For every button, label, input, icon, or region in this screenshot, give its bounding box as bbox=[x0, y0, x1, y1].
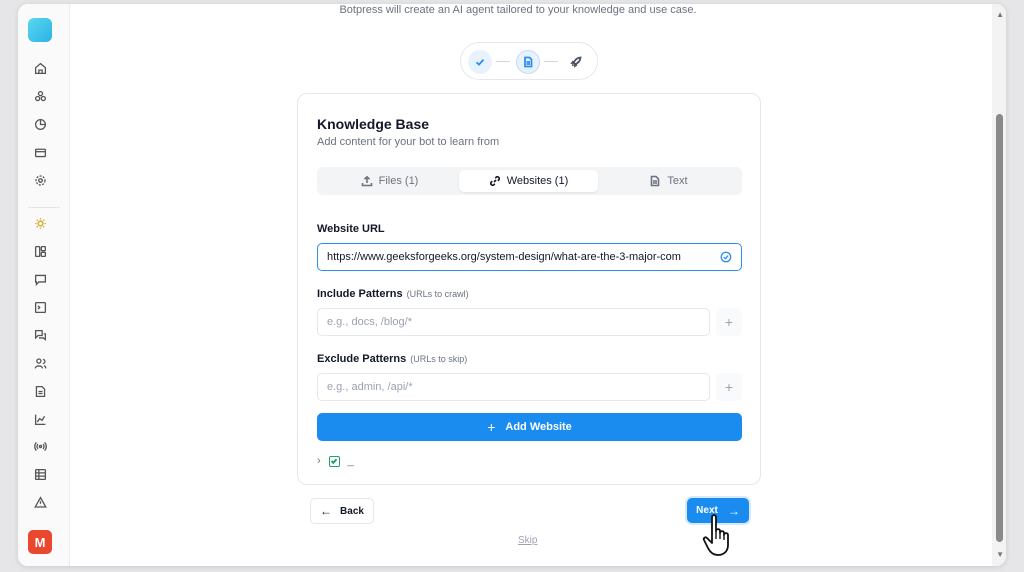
table-icon[interactable] bbox=[32, 466, 48, 482]
tab-websites[interactable]: Websites (1) bbox=[459, 170, 598, 192]
include-label-text: Include Patterns bbox=[317, 288, 403, 300]
terminal-icon[interactable] bbox=[32, 299, 48, 315]
card-title: Knowledge Base bbox=[317, 116, 430, 132]
source-tabs: Files (1) Websites (1) Text bbox=[317, 167, 742, 195]
progress-stepper bbox=[460, 42, 598, 80]
step-1-complete bbox=[468, 50, 492, 74]
app-window: M Botpress will create an AI agent tailo… bbox=[18, 4, 1006, 566]
arrow-left-icon: ← bbox=[320, 504, 333, 518]
settings-icon[interactable] bbox=[32, 172, 48, 188]
home-icon[interactable] bbox=[32, 60, 48, 76]
document-icon bbox=[651, 175, 660, 187]
billing-icon[interactable] bbox=[32, 144, 48, 160]
include-placeholder: e.g., docs, /blog/* bbox=[327, 316, 412, 328]
avatar-initial: M bbox=[34, 534, 46, 550]
exclude-patterns-label: Exclude Patterns (URLs to skip) bbox=[317, 353, 467, 365]
tab-files-label: Files (1) bbox=[378, 175, 419, 187]
add-exclude-pattern-button[interactable]: + bbox=[716, 373, 742, 401]
add-website-button[interactable]: + Add Website bbox=[317, 413, 742, 441]
tab-websites-label: Websites (1) bbox=[506, 175, 569, 187]
tab-files[interactable]: Files (1) bbox=[320, 170, 459, 192]
card-subtitle: Add content for your bot to learn from bbox=[317, 136, 500, 148]
step-2-current bbox=[516, 50, 540, 74]
tab-text[interactable]: Text bbox=[598, 170, 739, 192]
back-button[interactable]: ← Back bbox=[310, 498, 374, 524]
app-logo[interactable] bbox=[28, 18, 52, 42]
exclude-hint: (URLs to skip) bbox=[410, 354, 468, 364]
add-include-pattern-button[interactable]: + bbox=[716, 308, 742, 336]
intro-text: Botpress will create an AI agent tailore… bbox=[339, 4, 697, 16]
tree-item-text: _ bbox=[347, 455, 354, 467]
include-patterns-input[interactable]: e.g., docs, /blog/* bbox=[317, 308, 710, 336]
step-connector bbox=[544, 61, 558, 62]
include-patterns-label: Include Patterns (URLs to crawl) bbox=[317, 288, 469, 300]
document-icon bbox=[524, 56, 533, 68]
step-connector bbox=[496, 61, 510, 62]
conversations-icon[interactable] bbox=[32, 327, 48, 343]
knowledge-base-card: Knowledge Base Add content for your bot … bbox=[297, 93, 761, 485]
exclude-patterns-input[interactable]: e.g., admin, /api/* bbox=[317, 373, 710, 401]
website-url-value: https://www.geeksforgeeks.org/system-des… bbox=[327, 251, 681, 263]
website-tree-item[interactable]: › _ bbox=[317, 455, 354, 467]
back-label: Back bbox=[340, 505, 364, 517]
warning-icon[interactable] bbox=[32, 494, 48, 510]
tab-text-label: Text bbox=[667, 175, 688, 187]
broadcast-icon[interactable] bbox=[32, 438, 48, 454]
verified-icon bbox=[720, 251, 732, 263]
exclude-label-text: Exclude Patterns bbox=[317, 353, 407, 365]
sidebar-divider bbox=[28, 207, 60, 208]
scrollbar[interactable]: ▲ ▼ bbox=[992, 4, 1006, 566]
checkbox-checked-icon[interactable] bbox=[328, 455, 340, 467]
add-website-label: Add Website bbox=[505, 421, 572, 433]
scroll-down-icon[interactable]: ▼ bbox=[996, 550, 1004, 559]
chat-icon[interactable] bbox=[32, 271, 48, 287]
exclude-placeholder: e.g., admin, /api/* bbox=[327, 381, 413, 393]
plus-icon: + bbox=[724, 314, 734, 330]
plus-icon: + bbox=[487, 419, 496, 435]
upload-icon bbox=[361, 175, 372, 187]
skip-link[interactable]: Skip bbox=[518, 535, 537, 546]
scroll-up-icon[interactable]: ▲ bbox=[996, 10, 1004, 19]
scrollbar-thumb[interactable] bbox=[996, 114, 1003, 542]
usage-icon[interactable] bbox=[32, 116, 48, 132]
user-avatar[interactable]: M bbox=[28, 530, 52, 554]
step-3-pending bbox=[564, 50, 588, 74]
knowledge-icon[interactable] bbox=[32, 383, 48, 399]
users-icon[interactable] bbox=[32, 355, 48, 371]
chevron-right-icon[interactable]: › bbox=[317, 455, 321, 467]
rocket-icon bbox=[570, 56, 582, 68]
website-url-input[interactable]: https://www.geeksforgeeks.org/system-des… bbox=[317, 243, 742, 271]
dashboard-icon[interactable] bbox=[32, 243, 48, 259]
check-icon bbox=[475, 58, 485, 66]
plus-icon: + bbox=[724, 379, 734, 395]
link-icon bbox=[489, 176, 500, 186]
analytics-icon[interactable] bbox=[32, 411, 48, 427]
sidebar: M bbox=[18, 4, 70, 566]
include-hint: (URLs to crawl) bbox=[406, 289, 469, 299]
website-url-label: Website URL bbox=[317, 223, 385, 235]
bot-status-icon[interactable] bbox=[32, 215, 48, 231]
hand-cursor-icon bbox=[702, 514, 729, 556]
integrations-icon[interactable] bbox=[32, 88, 48, 104]
